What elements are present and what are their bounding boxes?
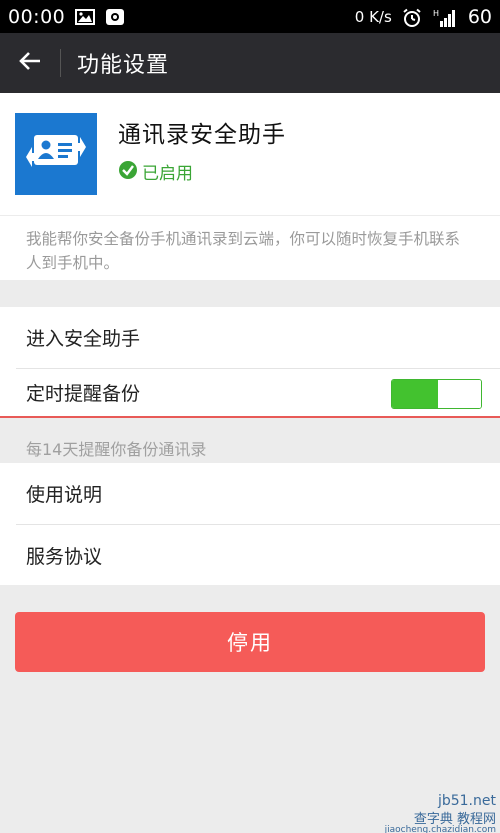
back-button[interactable] — [0, 33, 60, 93]
settings-group-info: 使用说明 服务协议 — [0, 463, 500, 585]
toggle-knob — [438, 380, 481, 408]
app-description: 我能帮你安全备份手机通讯录到云端，你可以随时恢复手机联系人到手机中。 — [0, 216, 500, 280]
focus-underline — [0, 416, 500, 418]
watermark-domain: jb51.net — [437, 793, 496, 809]
app-notification-icon — [105, 8, 125, 26]
status-time: 00:00 — [8, 5, 66, 28]
settings-group-main: 进入安全助手 定时提醒备份 — [0, 307, 500, 416]
disable-button[interactable]: 停用 — [15, 612, 485, 672]
service-agreement-item[interactable]: 服务协议 — [0, 525, 500, 586]
page-title: 功能设置 — [77, 53, 170, 78]
image-icon — [75, 8, 96, 26]
service-agreement-label: 服务协议 — [26, 546, 103, 568]
status-left: 00:00 — [8, 6, 125, 28]
app-logo — [15, 113, 97, 195]
enter-assistant-item[interactable]: 进入安全助手 — [0, 307, 500, 368]
watermark-url: jiaocheng.chazidian.com — [384, 825, 496, 833]
toggle-on-fill — [392, 380, 438, 408]
status-right: 0 K/s H 60 — [355, 6, 492, 28]
status-bar: 00:00 0 K/s H 60 — [0, 0, 500, 33]
app-name: 通讯录安全助手 — [118, 122, 286, 148]
svg-text:H: H — [433, 9, 439, 18]
app-status: 已启用 — [118, 159, 193, 184]
usage-guide-label: 使用说明 — [26, 484, 103, 506]
arrow-left-icon — [19, 51, 41, 75]
enter-assistant-label: 进入安全助手 — [26, 328, 141, 350]
scheduled-backup-toggle[interactable] — [391, 379, 482, 409]
alarm-clock-icon — [402, 8, 422, 27]
title-divider — [60, 49, 61, 77]
signal-icon: H — [432, 8, 458, 27]
contacts-sync-icon — [22, 127, 90, 181]
scheduled-backup-item[interactable]: 定时提醒备份 — [0, 369, 500, 416]
net-speed: 0 K/s — [354, 7, 392, 26]
title-bar: 功能设置 — [0, 33, 500, 93]
watermark: jb51.net 查字典 教程网 jiaocheng.chazidian.com — [350, 763, 500, 833]
check-circle-icon — [118, 160, 138, 184]
usage-guide-item[interactable]: 使用说明 — [0, 463, 500, 524]
backup-hint: 每14天提醒你备份通讯录 — [26, 440, 207, 459]
scheduled-backup-label: 定时提醒备份 — [26, 383, 141, 405]
battery-level: 60 — [467, 5, 492, 28]
app-header: 通讯录安全助手 已启用 — [0, 93, 500, 215]
app-status-label: 已启用 — [142, 164, 193, 184]
